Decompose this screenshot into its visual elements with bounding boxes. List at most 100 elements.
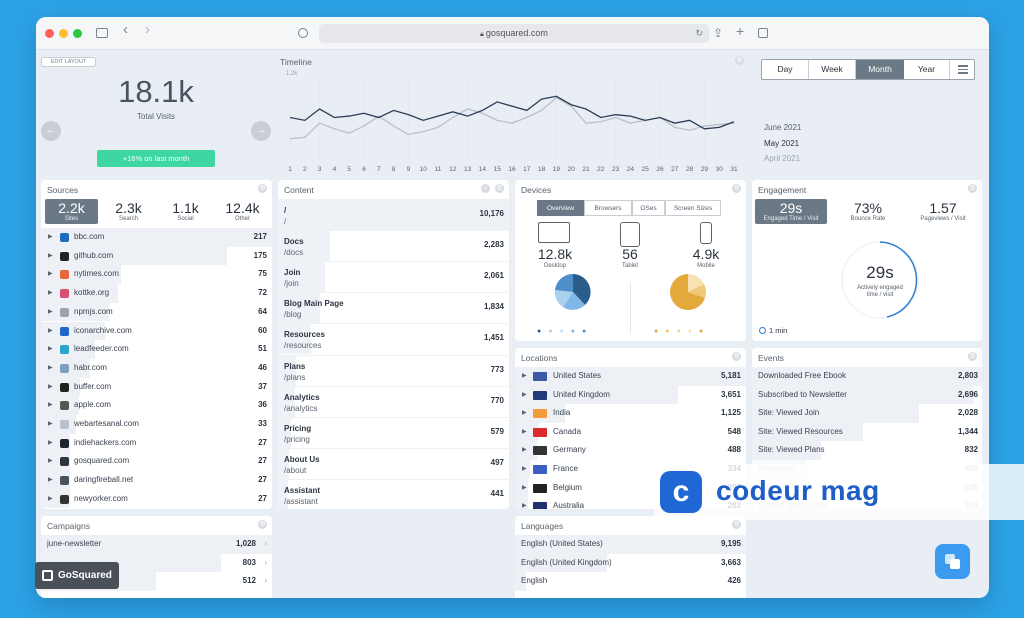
expand-caret-icon[interactable]: ▶	[522, 386, 527, 405]
content-settings-icon[interactable]: ⚙	[495, 184, 504, 193]
list-item[interactable]: ▶ United States 5,181	[515, 367, 746, 386]
locations-settings-icon[interactable]: ⚙	[732, 352, 741, 361]
expand-caret-icon[interactable]: ▶	[522, 404, 527, 423]
list-item[interactable]: ▶ github.com 175	[41, 246, 272, 266]
chat-button[interactable]	[935, 544, 970, 579]
pageviews-tab[interactable]: 1.57 Pageviews / Visit	[907, 199, 979, 224]
list-item[interactable]: ▶ newyorker.com 27	[41, 489, 272, 509]
source-tab-other[interactable]: 12.4k Other	[216, 199, 269, 224]
table-row[interactable]: Join/join 2,061	[278, 261, 509, 293]
expand-caret-icon[interactable]: ▶	[48, 340, 53, 359]
month-item[interactable]: May 2021	[764, 136, 801, 152]
expand-caret-icon[interactable]: ▶	[48, 228, 53, 247]
source-tab-search[interactable]: 2.3k Search	[102, 199, 155, 224]
expand-caret-icon[interactable]: ▶	[48, 434, 53, 453]
next-arrow-button[interactable]: →	[251, 121, 271, 141]
reload-icon[interactable]: ↻	[695, 24, 703, 43]
list-item[interactable]: Site: Viewed Join 2,028	[752, 404, 982, 423]
expand-caret-icon[interactable]: ▶	[48, 322, 53, 341]
devices-settings-icon[interactable]: ⚙	[732, 184, 741, 193]
devices-tab-oses[interactable]: OSes	[632, 200, 665, 216]
expand-caret-icon[interactable]: ▶	[522, 460, 527, 479]
minimize-window-icon[interactable]	[59, 29, 68, 38]
list-item[interactable]: june-newsletter 1,028 ›	[41, 535, 272, 554]
table-row[interactable]: Docs/docs 2,283	[278, 230, 509, 262]
list-item[interactable]: Subscribed to Newsletter 2,696	[752, 385, 982, 405]
expand-caret-icon[interactable]: ▶	[522, 497, 527, 509]
privacy-shield-icon[interactable]	[298, 28, 308, 38]
calendar-icon[interactable]	[958, 65, 968, 74]
bounce-rate-tab[interactable]: 73% Bounce Rate	[832, 199, 904, 224]
table-row[interactable]: Plans/plans 773	[278, 354, 509, 386]
list-item[interactable]: English 426	[515, 572, 746, 591]
list-item[interactable]: ▶ habr.com 46	[41, 358, 272, 378]
list-item[interactable]: ▶ United Kingdom 3,651	[515, 385, 746, 405]
expand-caret-icon[interactable]: ▶	[48, 265, 53, 284]
list-item[interactable]: ▶ nytimes.com 75	[41, 265, 272, 285]
list-item[interactable]: ▶ apple.com 36	[41, 396, 272, 415]
close-window-icon[interactable]	[45, 29, 54, 38]
chevron-right-icon[interactable]: ›	[264, 554, 267, 573]
period-month-button[interactable]: Month	[856, 60, 904, 79]
table-row[interactable]: / / 10,176	[278, 199, 509, 230]
devices-tab-screen-sizes[interactable]: Screen Sizes	[665, 200, 721, 216]
list-item[interactable]: ▶ webartesanal.com 33	[41, 415, 272, 434]
source-tab-social[interactable]: 1.1k Social	[159, 199, 212, 224]
expand-caret-icon[interactable]: ▶	[48, 471, 53, 490]
period-week-button[interactable]: Week	[809, 60, 856, 79]
table-row[interactable]: About Us/about 497	[278, 447, 509, 479]
share-icon[interactable]: ⇪	[713, 26, 723, 40]
expand-caret-icon[interactable]: ▶	[522, 441, 527, 460]
expand-caret-icon[interactable]: ▶	[48, 378, 53, 397]
month-item[interactable]: April 2021	[764, 151, 801, 167]
chevron-right-icon[interactable]: ›	[264, 572, 267, 591]
expand-caret-icon[interactable]: ▶	[48, 359, 53, 378]
expand-caret-icon[interactable]: ▶	[48, 452, 53, 471]
engaged-time-tab[interactable]: 29s Engaged Time / Visit	[755, 199, 827, 224]
back-icon[interactable]: ‹	[123, 22, 128, 37]
expand-caret-icon[interactable]: ▶	[48, 247, 53, 266]
edit-layout-button[interactable]: EDIT LAYOUT	[41, 57, 96, 67]
expand-caret-icon[interactable]: ▶	[48, 396, 53, 415]
list-item[interactable]: ▶ India 1,125	[515, 404, 746, 423]
period-day-button[interactable]: Day	[762, 60, 809, 79]
expand-caret-icon[interactable]: ▶	[48, 490, 53, 509]
maximize-window-icon[interactable]	[73, 29, 82, 38]
list-item[interactable]: ▶ leadfeeder.com 51	[41, 340, 272, 359]
sidebar-toggle-icon[interactable]	[96, 28, 108, 38]
list-item[interactable]: English (United States) 9,195	[515, 535, 746, 554]
list-item[interactable]: ▶ daringfireball.net 27	[41, 471, 272, 490]
table-row[interactable]: Assistant/assistant 441	[278, 478, 509, 509]
table-row[interactable]: Analytics/analytics 770	[278, 385, 509, 417]
expand-caret-icon[interactable]: ▶	[522, 479, 527, 498]
table-row[interactable]: Resources/resources 1,451	[278, 323, 509, 355]
events-settings-icon[interactable]: ⚙	[968, 352, 977, 361]
list-item[interactable]: ▶ iconarchive.com 60	[41, 321, 272, 341]
list-item[interactable]: ▶ gosquared.com 27	[41, 452, 272, 472]
expand-caret-icon[interactable]: ▶	[522, 423, 527, 442]
content-search-icon[interactable]: ⌕	[481, 184, 490, 193]
list-item[interactable]: ▶ indiehackers.com 27	[41, 433, 272, 453]
address-bar[interactable]: 🔒︎ gosquared.com ↻	[319, 24, 709, 43]
sources-settings-icon[interactable]: ⚙	[258, 184, 267, 193]
list-item[interactable]: Site: Viewed Plans 832	[752, 441, 982, 461]
expand-caret-icon[interactable]: ▶	[522, 367, 527, 386]
month-item[interactable]: June 2021	[764, 120, 801, 136]
campaigns-settings-icon[interactable]: ⚙	[258, 520, 267, 529]
expand-caret-icon[interactable]: ▶	[48, 415, 53, 434]
period-year-button[interactable]: Year	[904, 60, 950, 79]
table-row[interactable]: Pricing/pricing 579	[278, 416, 509, 448]
list-item[interactable]: Site: Viewed Resources 1,344	[752, 422, 982, 442]
expand-caret-icon[interactable]: ▶	[48, 303, 53, 322]
list-item[interactable]: ▶ Canada 548	[515, 422, 746, 442]
list-item[interactable]: ▶ buffer.com 37	[41, 377, 272, 397]
list-item[interactable]: ▶ Germany 488	[515, 441, 746, 461]
forward-icon[interactable]: ›	[145, 22, 150, 37]
devices-tab-browsers[interactable]: Browsers	[584, 200, 632, 216]
source-tab-sites[interactable]: 2.2k Sites	[45, 199, 98, 224]
list-item[interactable]: Downloaded Free Ebook 2,803	[752, 367, 982, 386]
devices-tab-overview[interactable]: Overview	[537, 200, 584, 216]
tab-overview-icon[interactable]	[758, 28, 768, 38]
new-tab-icon[interactable]: +	[736, 24, 744, 38]
table-row[interactable]: Blog Main Page/blog 1,834	[278, 292, 509, 324]
